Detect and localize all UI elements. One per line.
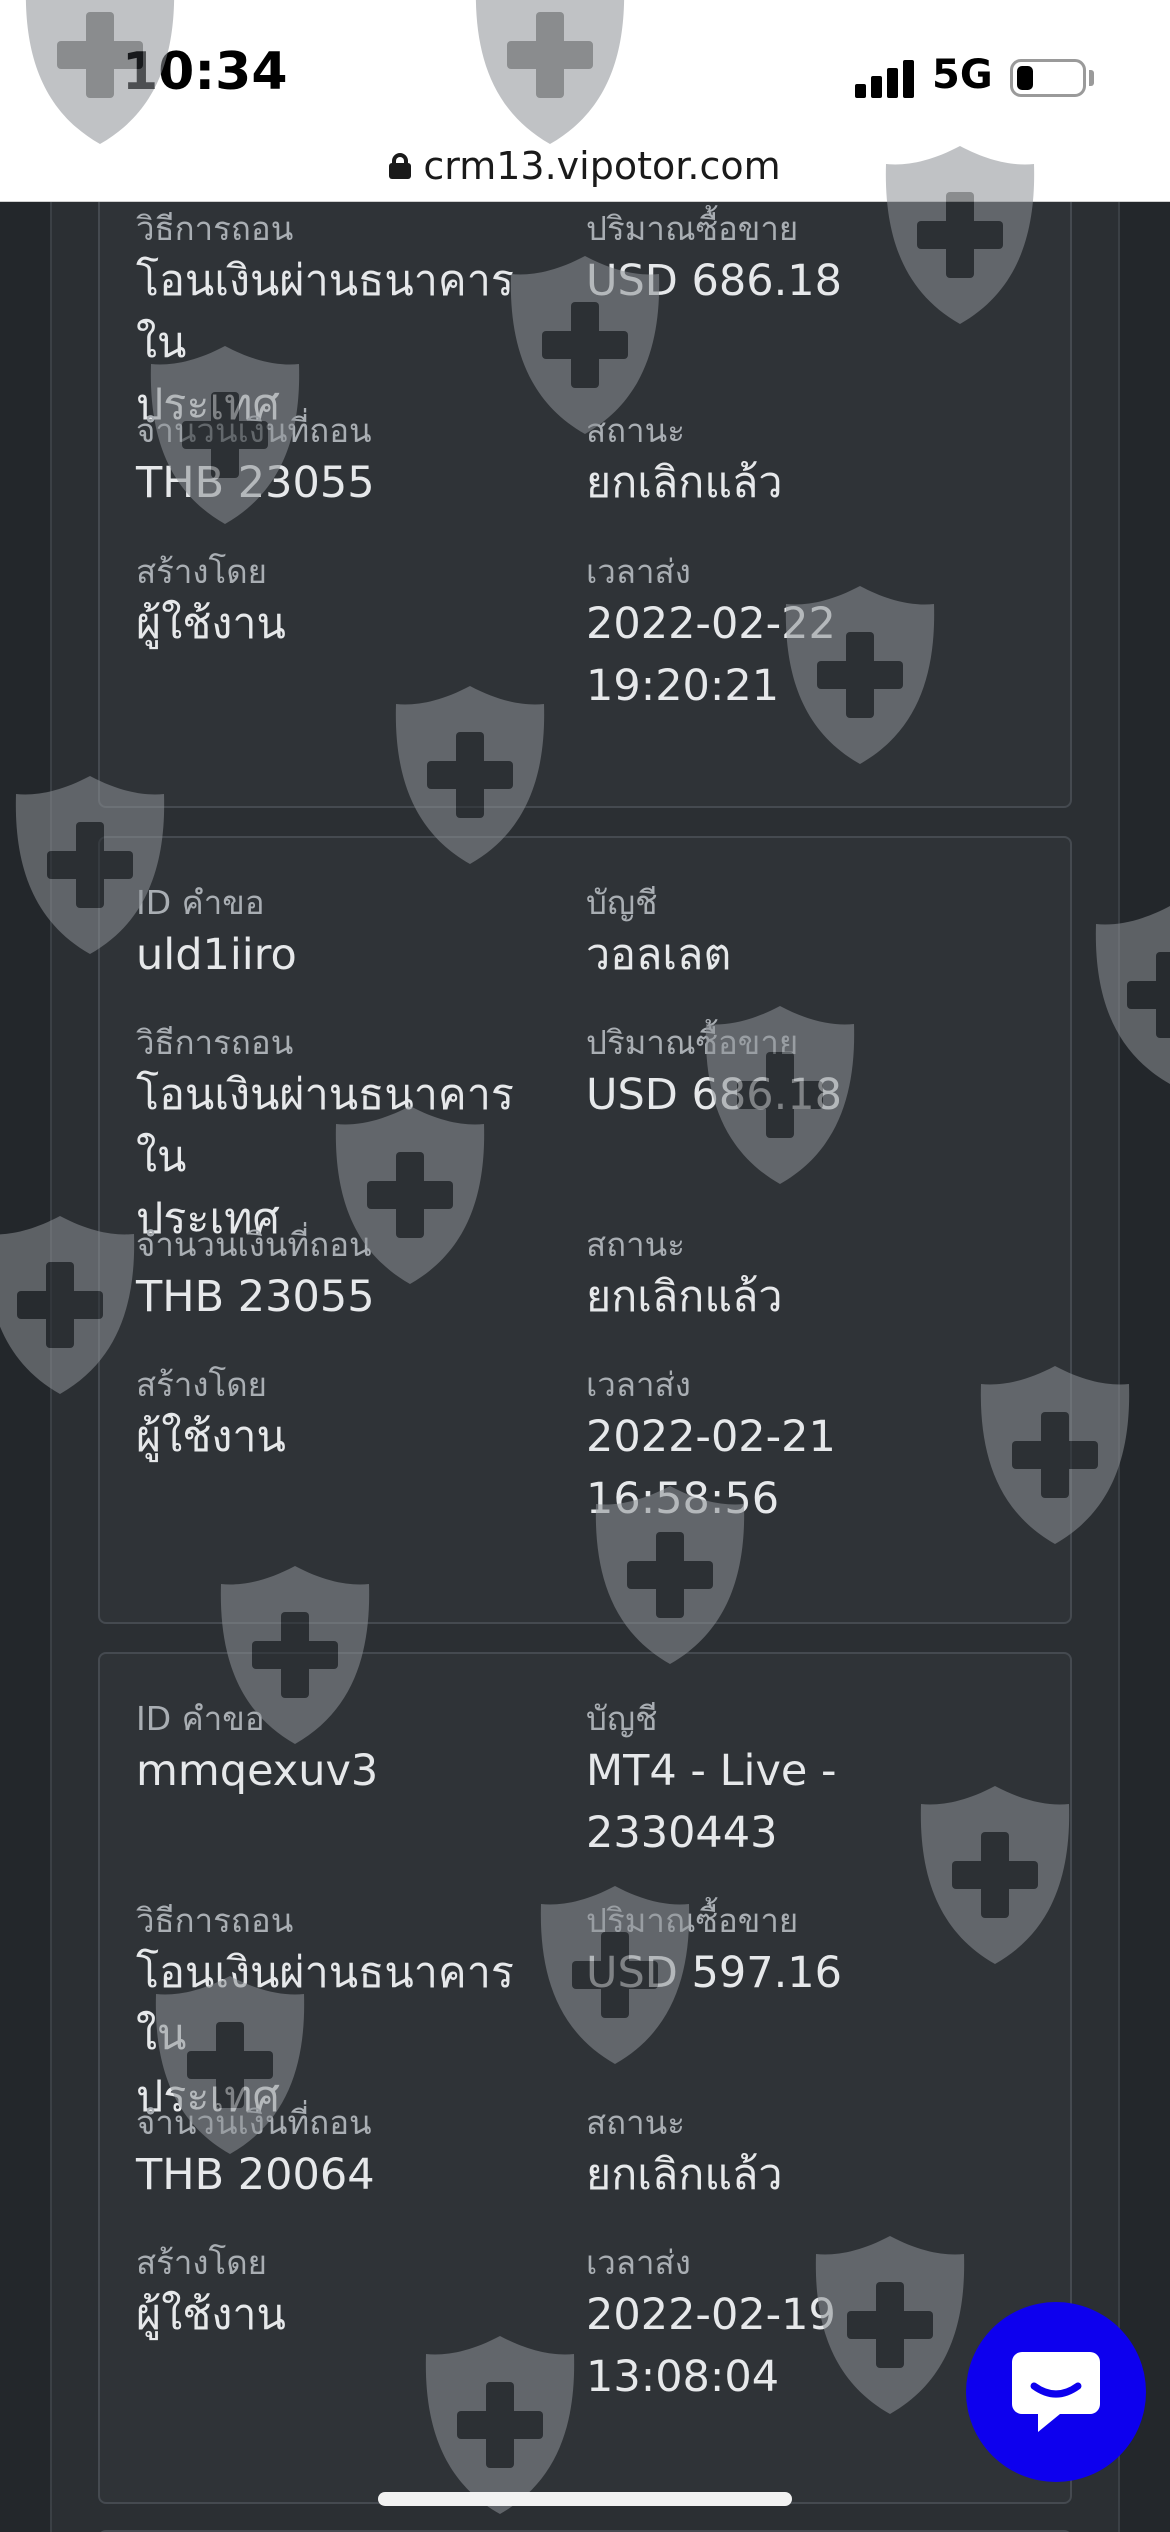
status-field: สถานะ ยกเลิกแล้ว — [586, 1224, 1036, 1328]
chat-button[interactable] — [966, 2302, 1146, 2482]
method-value-line1: โอนเงินผ่านธนาคารใน — [136, 1070, 514, 1182]
battery-cap — [1089, 70, 1094, 86]
account-value-line2: 2330443 — [586, 1808, 778, 1858]
withdraw-amount-label: จำนวนเงินที่ถอน — [136, 411, 372, 450]
account-field: บัญชี วอลเลต — [586, 882, 1036, 986]
submitted-date-value: 2022-02-21 — [586, 1412, 836, 1462]
created-by-field: สร้างโดย ผู้ใช้งาน — [136, 2242, 556, 2346]
status-field: สถานะ ยกเลิกแล้ว — [586, 2102, 1036, 2206]
request-id-label: ID คำขอ — [136, 883, 265, 922]
submitted-time-label: เวลาส่ง — [586, 1365, 691, 1404]
network-type: 5G — [932, 52, 993, 98]
withdrawal-card: วิธีการถอน โอนเงินผ่านธนาคารใน ประเทศ ปร… — [98, 202, 1072, 808]
status-label: สถานะ — [586, 1225, 685, 1264]
request-id-value: uld1iiro — [136, 930, 297, 980]
created-by-value: ผู้ใช้งาน — [136, 599, 286, 649]
created-by-value: ผู้ใช้งาน — [136, 2290, 286, 2340]
trade-amount-label: ปริมาณซื้อขาย — [586, 1023, 799, 1062]
trade-amount-field: ปริมาณซื้อขาย USD 686.18 — [586, 1022, 1036, 1126]
trade-amount-value: USD 597.16 — [586, 1948, 843, 1998]
withdrawal-card: ID คำขอ mmqexuv3 บัญชี MT4 - Live - 2330… — [98, 1652, 1072, 2504]
withdraw-amount-label: จำนวนเงินที่ถอน — [136, 2103, 372, 2142]
trade-amount-label: ปริมาณซื้อขาย — [586, 209, 799, 248]
trade-amount-field: ปริมาณซื้อขาย USD 686.18 — [586, 208, 1036, 312]
withdraw-amount-value: THB 23055 — [136, 458, 375, 508]
status-bar: 10:34 5G — [0, 0, 1170, 150]
status-value: ยกเลิกแล้ว — [586, 458, 783, 508]
created-by-value: ผู้ใช้งาน — [136, 1412, 286, 1462]
withdraw-amount-value: THB 23055 — [136, 1272, 375, 1322]
trade-amount-value: USD 686.18 — [586, 256, 843, 306]
withdraw-amount-field: จำนวนเงินที่ถอน THB 23055 — [136, 1224, 556, 1328]
method-field: วิธีการถอน โอนเงินผ่านธนาคารใน ประเทศ — [136, 1900, 556, 2128]
app-root: 10:34 5G crm13.vipotor.com วิธีการถอน โอ… — [0, 0, 1170, 2532]
submitted-time-field: เวลาส่ง 2022-02-22 19:20:21 — [586, 551, 1036, 717]
created-by-field: สร้างโดย ผู้ใช้งาน — [136, 551, 556, 655]
created-by-label: สร้างโดย — [136, 2243, 268, 2282]
trade-amount-field: ปริมาณซื้อขาย USD 597.16 — [586, 1900, 1036, 2004]
created-by-label: สร้างโดย — [136, 552, 268, 591]
browser-url-bar[interactable]: crm13.vipotor.com — [0, 130, 1170, 202]
status-field: สถานะ ยกเลิกแล้ว — [586, 410, 1036, 514]
created-by-label: สร้างโดย — [136, 1365, 268, 1404]
chat-icon — [1012, 2352, 1100, 2432]
method-value-line1: โอนเงินผ่านธนาคารใน — [136, 256, 514, 368]
lock-icon — [389, 152, 412, 179]
status-time: 10:34 — [122, 42, 288, 102]
status-value: ยกเลิกแล้ว — [586, 1272, 783, 1322]
method-field: วิธีการถอน โอนเงินผ่านธนาคารใน ประเทศ — [136, 1022, 556, 1250]
status-value: ยกเลิกแล้ว — [586, 2150, 783, 2200]
account-value: วอลเลต — [586, 930, 732, 980]
withdrawal-card: ID คำขอ uld1iiro บัญชี วอลเลต วิธีการถอน… — [98, 836, 1072, 1624]
submitted-clock-value: 19:20:21 — [586, 661, 780, 711]
home-indicator — [378, 2492, 792, 2506]
submitted-date-value: 2022-02-19 — [586, 2290, 836, 2340]
submitted-time-label: เวลาส่ง — [586, 2243, 691, 2282]
method-label: วิธีการถอน — [136, 1901, 294, 1940]
page-content[interactable]: วิธีการถอน โอนเงินผ่านธนาคารใน ประเทศ ปร… — [0, 202, 1170, 2532]
withdraw-amount-field: จำนวนเงินที่ถอน THB 23055 — [136, 410, 556, 514]
withdraw-amount-field: จำนวนเงินที่ถอน THB 20064 — [136, 2102, 556, 2206]
signal-icon — [855, 58, 915, 98]
submitted-date-value: 2022-02-22 — [586, 599, 836, 649]
account-label: บัญชี — [586, 1699, 658, 1738]
request-id-label: ID คำขอ — [136, 1699, 265, 1738]
withdraw-amount-value: THB 20064 — [136, 2150, 375, 2200]
account-field: บัญชี MT4 - Live - 2330443 — [586, 1698, 1036, 1864]
request-id-field: ID คำขอ mmqexuv3 — [136, 1698, 556, 1802]
submitted-time-field: เวลาส่ง 2022-02-21 16:58:56 — [586, 1364, 1036, 1530]
account-label: บัญชี — [586, 883, 658, 922]
method-label: วิธีการถอน — [136, 209, 294, 248]
created-by-field: สร้างโดย ผู้ใช้งาน — [136, 1364, 556, 1468]
battery-icon — [1010, 59, 1086, 97]
request-id-field: ID คำขอ uld1iiro — [136, 882, 556, 986]
trade-amount-label: ปริมาณซื้อขาย — [586, 1901, 799, 1940]
trade-amount-value: USD 686.18 — [586, 1070, 843, 1120]
withdraw-amount-label: จำนวนเงินที่ถอน — [136, 1225, 372, 1264]
method-field: วิธีการถอน โอนเงินผ่านธนาคารใน ประเทศ — [136, 208, 556, 436]
method-value-line1: โอนเงินผ่านธนาคารใน — [136, 1948, 514, 2060]
account-value-line1: MT4 - Live - — [586, 1746, 837, 1796]
submitted-time-label: เวลาส่ง — [586, 552, 691, 591]
status-label: สถานะ — [586, 2103, 685, 2142]
request-id-value: mmqexuv3 — [136, 1746, 379, 1796]
method-label: วิธีการถอน — [136, 1023, 294, 1062]
status-label: สถานะ — [586, 411, 685, 450]
submitted-clock-value: 16:58:56 — [586, 1474, 780, 1524]
url-text: crm13.vipotor.com — [423, 143, 781, 188]
